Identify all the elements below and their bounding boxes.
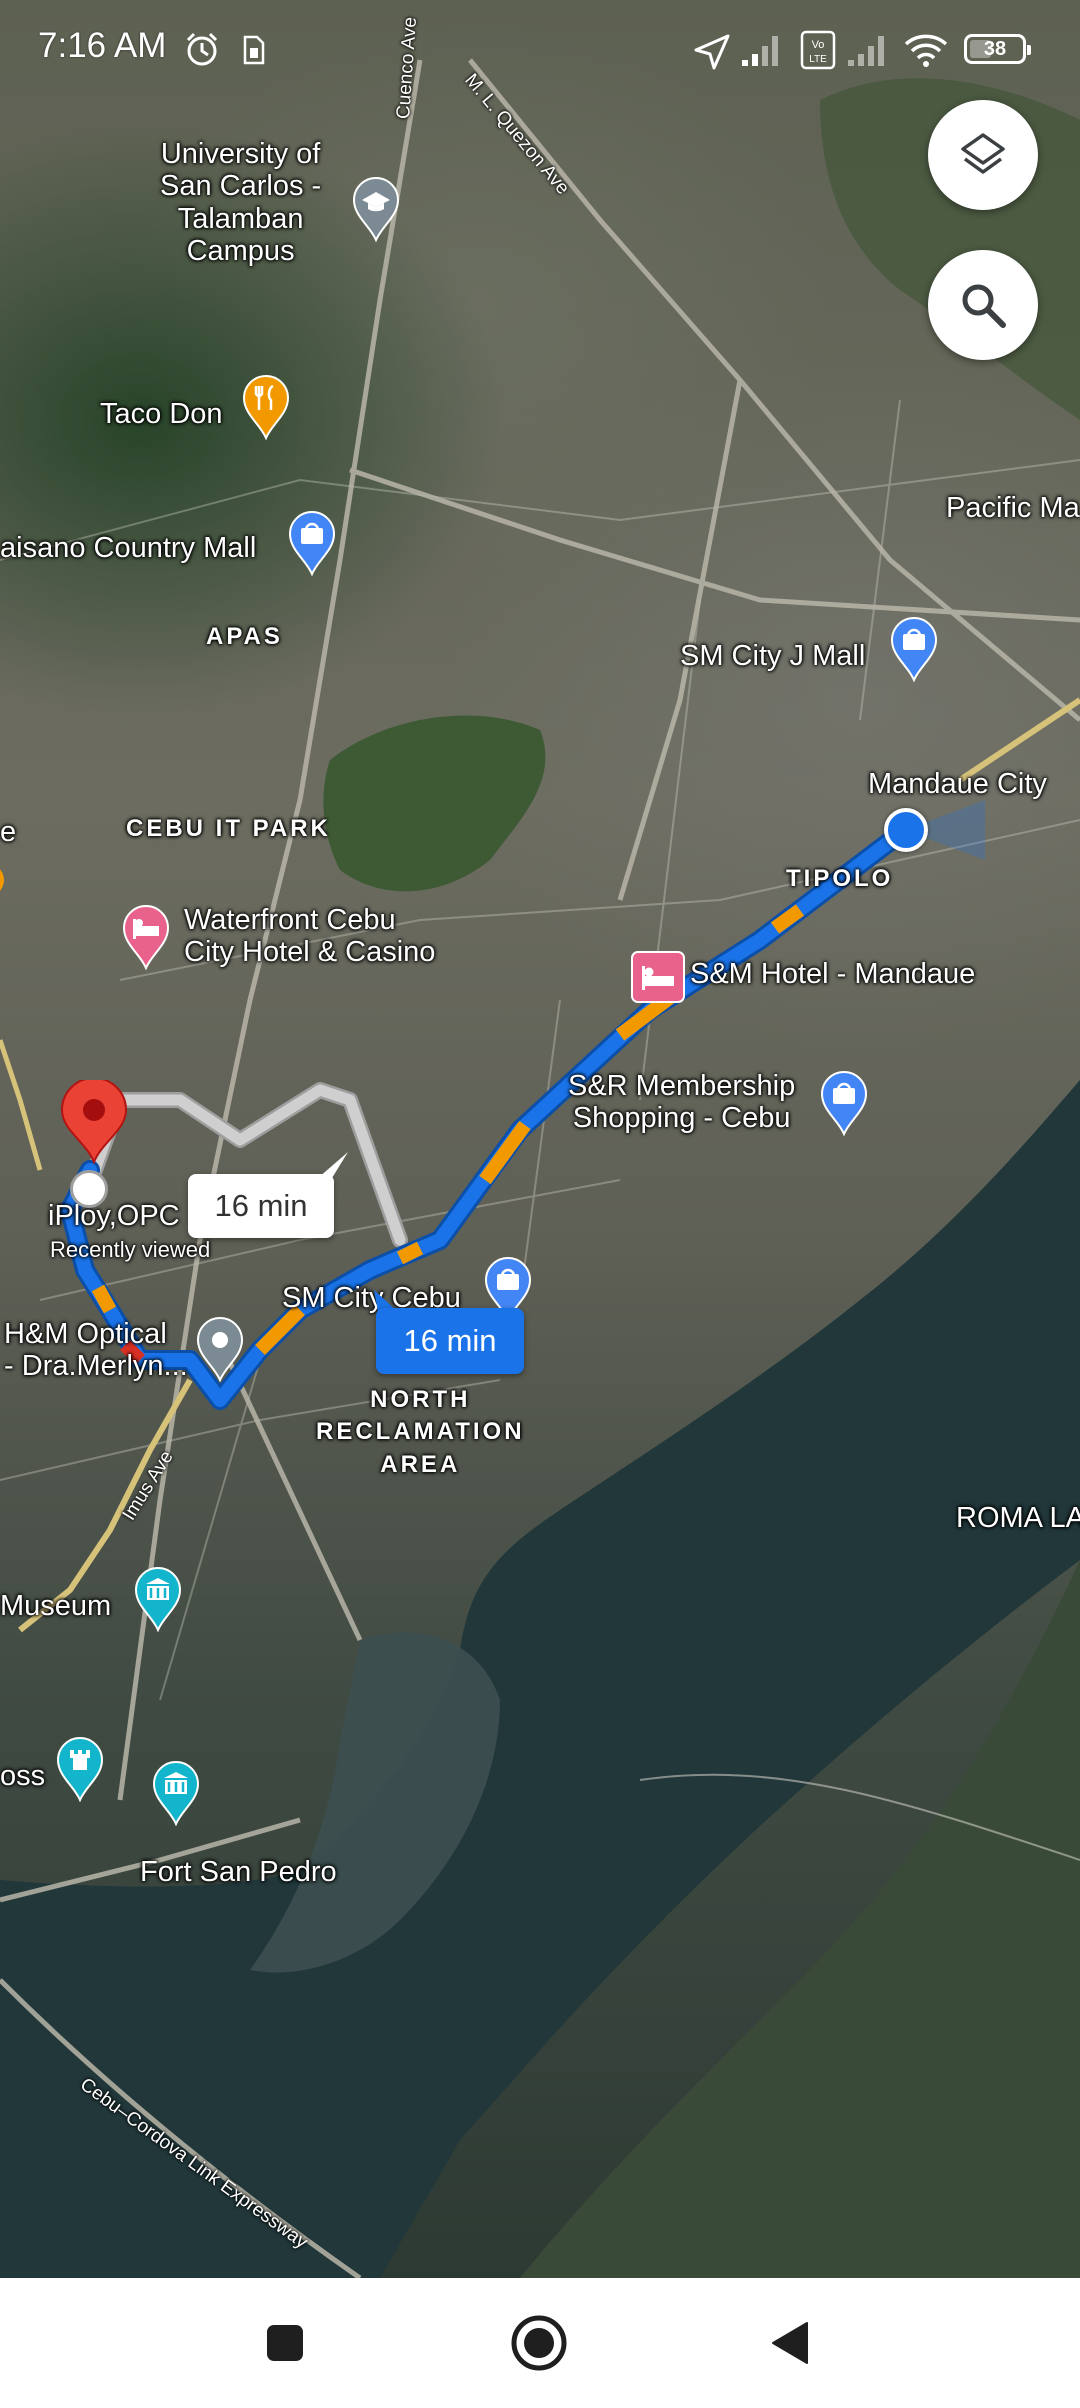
battery-icon: 38 xyxy=(964,34,1031,64)
iploy-label[interactable]: iPloy,OPC xyxy=(48,1200,180,1232)
svg-text:LTE: LTE xyxy=(809,54,827,65)
search-icon xyxy=(962,284,1006,328)
roma-label: ROMA LA xyxy=(956,1502,1080,1534)
hm-optical-label-text: H&M Optical - Dra.Merlyn... xyxy=(4,1318,188,1383)
home-icon xyxy=(511,2315,567,2371)
sm-j-mall-label[interactable]: SM City J Mall xyxy=(680,640,865,672)
shopping-pin-icon[interactable] xyxy=(286,510,338,577)
fort-san-pedro-label[interactable]: Fort San Pedro xyxy=(140,1856,337,1888)
back-button[interactable] xyxy=(756,2308,826,2378)
gaisano-label[interactable]: aisano Country Mall xyxy=(0,532,256,564)
battery-level: 38 xyxy=(983,38,1007,60)
signal-icon xyxy=(848,36,884,66)
map-view[interactable]: University of San Carlos - Talamban Camp… xyxy=(0,0,1080,2278)
status-bar: 7:16 AM Vo LTE 38 xyxy=(0,0,1080,100)
waterfront-hotel-label[interactable]: Waterfront Cebu City Hotel & Casino xyxy=(184,904,435,969)
map-base-layer xyxy=(0,58,1080,2278)
location-arrow-icon xyxy=(694,34,730,70)
current-location-dot[interactable] xyxy=(884,808,928,852)
tipolo-label: TIPOLO xyxy=(786,865,894,892)
museum-label[interactable]: Museum xyxy=(0,1590,111,1622)
place-pin-icon[interactable] xyxy=(194,1316,246,1383)
pacific-mall-label[interactable]: Pacific Ma xyxy=(946,492,1080,524)
sr-membership-label[interactable]: S&R Membership Shopping - Cebu xyxy=(568,1070,795,1135)
system-nav-bar xyxy=(0,2278,1080,2408)
recent-apps-button[interactable] xyxy=(250,2308,320,2378)
partial-pin-icon[interactable] xyxy=(0,868,10,908)
shopping-pin-icon[interactable] xyxy=(888,616,940,683)
hm-optical-label[interactable]: H&M Optical - Dra.Merlyn... xyxy=(4,1318,188,1383)
mandaue-city-label[interactable]: Mandaue City xyxy=(868,768,1047,800)
layers-button[interactable] xyxy=(928,100,1038,210)
north-reclamation-label: NORTH RECLAMATION AREA xyxy=(316,1384,525,1481)
university-pin-icon[interactable] xyxy=(350,176,402,243)
cebu-it-park-label: CEBU IT PARK xyxy=(126,815,331,842)
primary-route-time-chip[interactable]: 16 min xyxy=(376,1308,524,1374)
signal-icon xyxy=(742,36,778,66)
north-reclamation-label-text: NORTH RECLAMATION AREA xyxy=(316,1386,525,1478)
oss-label[interactable]: oss xyxy=(0,1760,45,1792)
golf-course xyxy=(323,715,546,892)
destination-dot xyxy=(70,1170,108,1208)
recent-apps-icon xyxy=(267,2325,303,2361)
museum-pin-icon[interactable] xyxy=(150,1760,202,1827)
hotel-pin-icon[interactable] xyxy=(120,904,172,971)
recently-viewed-label: Recently viewed xyxy=(50,1237,211,1262)
alternate-route-time-chip[interactable]: 16 min xyxy=(188,1174,334,1238)
waterfront-hotel-label-text: Waterfront Cebu City Hotel & Casino xyxy=(184,904,436,969)
search-button[interactable] xyxy=(928,250,1038,360)
university-label[interactable]: University of San Carlos - Talamban Camp… xyxy=(160,138,321,268)
left-edge-label: e xyxy=(0,816,17,848)
sr-membership-label-text: S&R Membership Shopping - Cebu xyxy=(568,1070,796,1135)
museum-pin-icon[interactable] xyxy=(132,1566,184,1633)
layers-icon xyxy=(961,133,1005,174)
hotel-marker-icon[interactable] xyxy=(630,950,686,1004)
university-label-text: University of San Carlos - Talamban Camp… xyxy=(160,138,322,268)
volte-icon: Vo LTE xyxy=(800,30,836,70)
taco-don-label[interactable]: Taco Don xyxy=(100,398,223,430)
svg-text:Vo: Vo xyxy=(812,39,825,51)
sm-hotel-label[interactable]: S&M Hotel - Mandaue xyxy=(690,958,975,990)
alternate-chip-pointer xyxy=(318,1152,348,1178)
wifi-icon xyxy=(904,34,948,67)
landmark-pin-icon[interactable] xyxy=(54,1736,106,1803)
sim-card-icon xyxy=(243,35,265,65)
alarm-icon xyxy=(186,32,218,66)
restaurant-pin-icon[interactable] xyxy=(240,374,292,441)
shopping-pin-icon[interactable] xyxy=(818,1070,870,1137)
apas-district-label: APAS xyxy=(206,623,283,650)
status-time: 7:16 AM xyxy=(38,26,167,65)
back-icon xyxy=(772,2322,808,2364)
home-button[interactable] xyxy=(504,2308,574,2378)
